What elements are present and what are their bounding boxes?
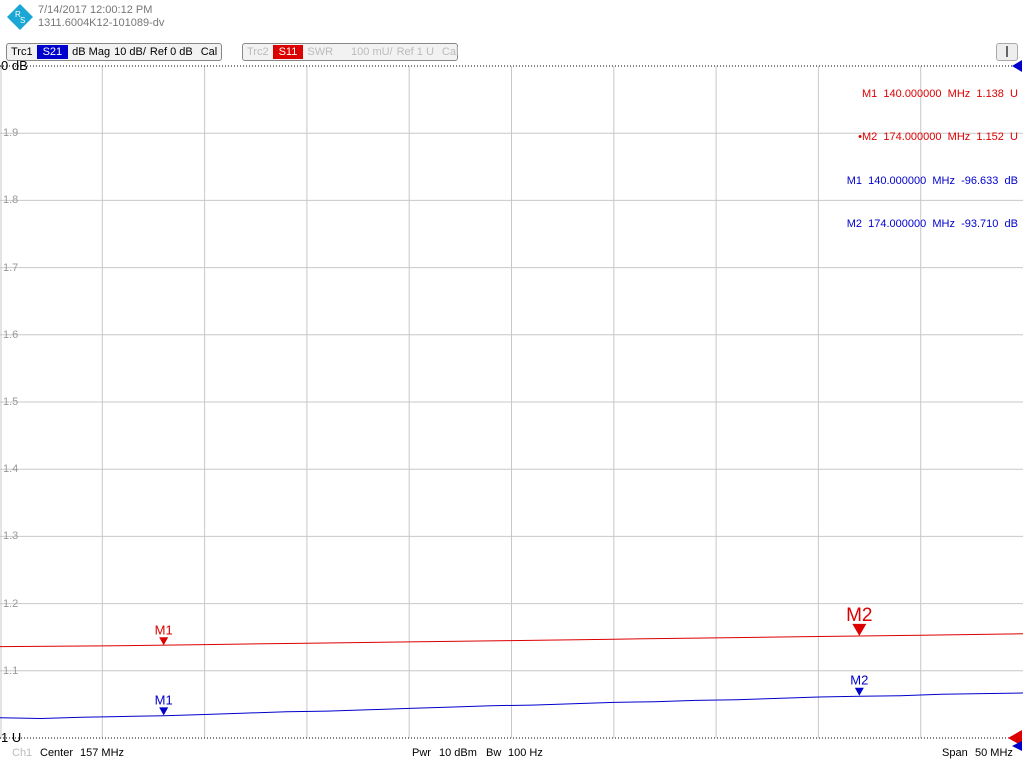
pwr-label: Pwr [412, 747, 431, 759]
y-tick-label: 1.3 [3, 530, 19, 543]
center-value: 157 MHz [80, 747, 125, 759]
marker-info-row-blue-m1: M1 140.000000 MHz -96.633 dB [846, 174, 1018, 187]
y-tick-label: 1.6 [3, 328, 19, 341]
y-tick-label: 1.5 [3, 396, 19, 408]
marker-info-row-red-m1: M1 140.000000 MHz 1.138 U [862, 87, 1018, 100]
marker-m2-trc1-label: M2 [850, 673, 868, 688]
bw-value: 100 Hz [508, 747, 543, 759]
marker-m2-trc1-triangle [854, 687, 864, 696]
span-label: Span [942, 747, 968, 759]
y-tick-label: 1.8 [3, 194, 19, 207]
marker-m1-trc2-label: M1 [155, 622, 173, 637]
y-tick-label: 1.7 [3, 261, 19, 274]
pwr-value: 10 dBm [439, 747, 477, 759]
marker-info-row-red-m2: •M2 174.000000 MHz 1.152 U [858, 131, 1018, 143]
marker-m2-trc2-label: M2 [846, 605, 872, 626]
y-tick-label: 1.1 [3, 664, 19, 677]
marker-info-row-blue-m2: M2 174.000000 MHz -93.710 dB [846, 218, 1018, 230]
y-tick-label: 1.9 [3, 127, 19, 140]
marker-info-box: M1 140.000000 MHz 1.138 U •M2 174.000000… [834, 72, 1018, 246]
y-tick-label: 1.4 [3, 463, 19, 476]
marker-m1-trc1-label: M1 [155, 692, 173, 707]
marker-m1-trc2-triangle [159, 637, 169, 646]
span-value: 50 MHz [975, 747, 1013, 759]
y-tick-label: 1.2 [3, 597, 19, 610]
bw-label: Bw [486, 747, 502, 759]
status-footer: Ch1 Center 157 MHz Pwr 10 dBm Bw 100 Hz … [0, 746, 1024, 764]
ref-label-top: 0 dB [1, 58, 28, 73]
marker-m1-trc1-triangle [159, 707, 169, 716]
ref-label-bottom: 1 U [1, 730, 22, 745]
channel-label[interactable]: Ch1 [12, 747, 32, 759]
center-label: Center [40, 747, 74, 759]
ref-arrow-trc1 [1012, 60, 1022, 72]
